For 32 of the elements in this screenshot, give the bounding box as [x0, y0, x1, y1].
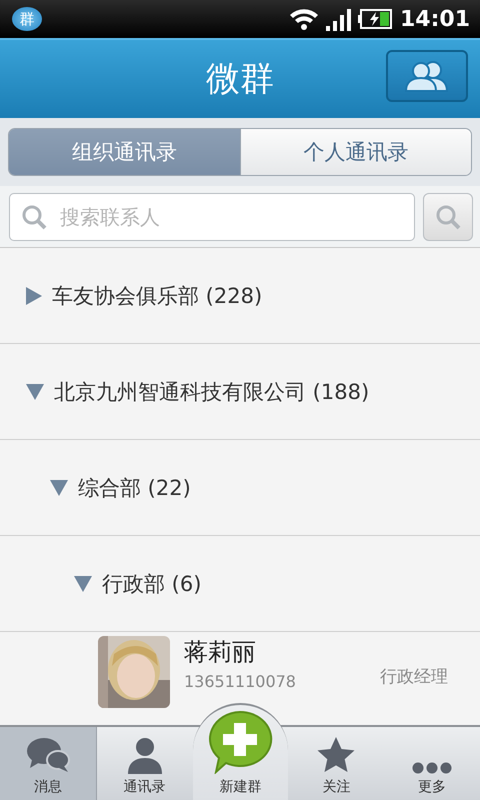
search-field[interactable]: 搜索联系人	[9, 192, 415, 240]
chat-bubbles-icon	[26, 736, 70, 774]
signal-icon	[326, 7, 352, 31]
search-icon	[435, 204, 461, 230]
more-icon	[412, 762, 452, 774]
star-icon	[316, 736, 356, 774]
nav-tab[interactable]: 消息	[0, 727, 97, 800]
tree-node[interactable]: 行政部 (6)	[0, 536, 480, 632]
plus-bubble-icon	[207, 710, 274, 774]
battery-icon	[358, 9, 392, 29]
tree-node[interactable]: 北京九州智通科技有限公司 (188)	[0, 344, 480, 440]
tree-node[interactable]: 车友协会俱乐部 (228)	[0, 248, 480, 344]
contact-name: 蒋莉丽	[184, 637, 257, 668]
nav-tab[interactable]: 新建群	[192, 703, 288, 800]
nav-tab[interactable]: 关注	[288, 727, 384, 800]
clock: 14:01	[400, 6, 470, 32]
search-icon	[21, 204, 47, 230]
nav-tab[interactable]: 通讯录	[96, 727, 193, 800]
person-icon	[126, 736, 164, 774]
group-label: 车友协会俱乐部 (228)	[52, 282, 262, 310]
tree-node[interactable]: 综合部 (22)	[0, 440, 480, 536]
group-label: 北京九州智通科技有限公司 (188)	[54, 378, 370, 406]
nav-tab[interactable]: 更多	[384, 727, 480, 800]
people-icon	[403, 60, 451, 92]
people-button[interactable]	[386, 50, 468, 102]
contact-title: 行政经理	[380, 666, 448, 688]
app-badge: 群	[12, 7, 42, 31]
contact-phone: 13651110078	[184, 672, 297, 691]
group-label: 行政部 (6)	[102, 570, 202, 598]
group-label: 综合部 (22)	[78, 474, 191, 502]
app-title: 微群	[206, 58, 274, 101]
tab[interactable]: 个人通讯录	[240, 129, 471, 175]
